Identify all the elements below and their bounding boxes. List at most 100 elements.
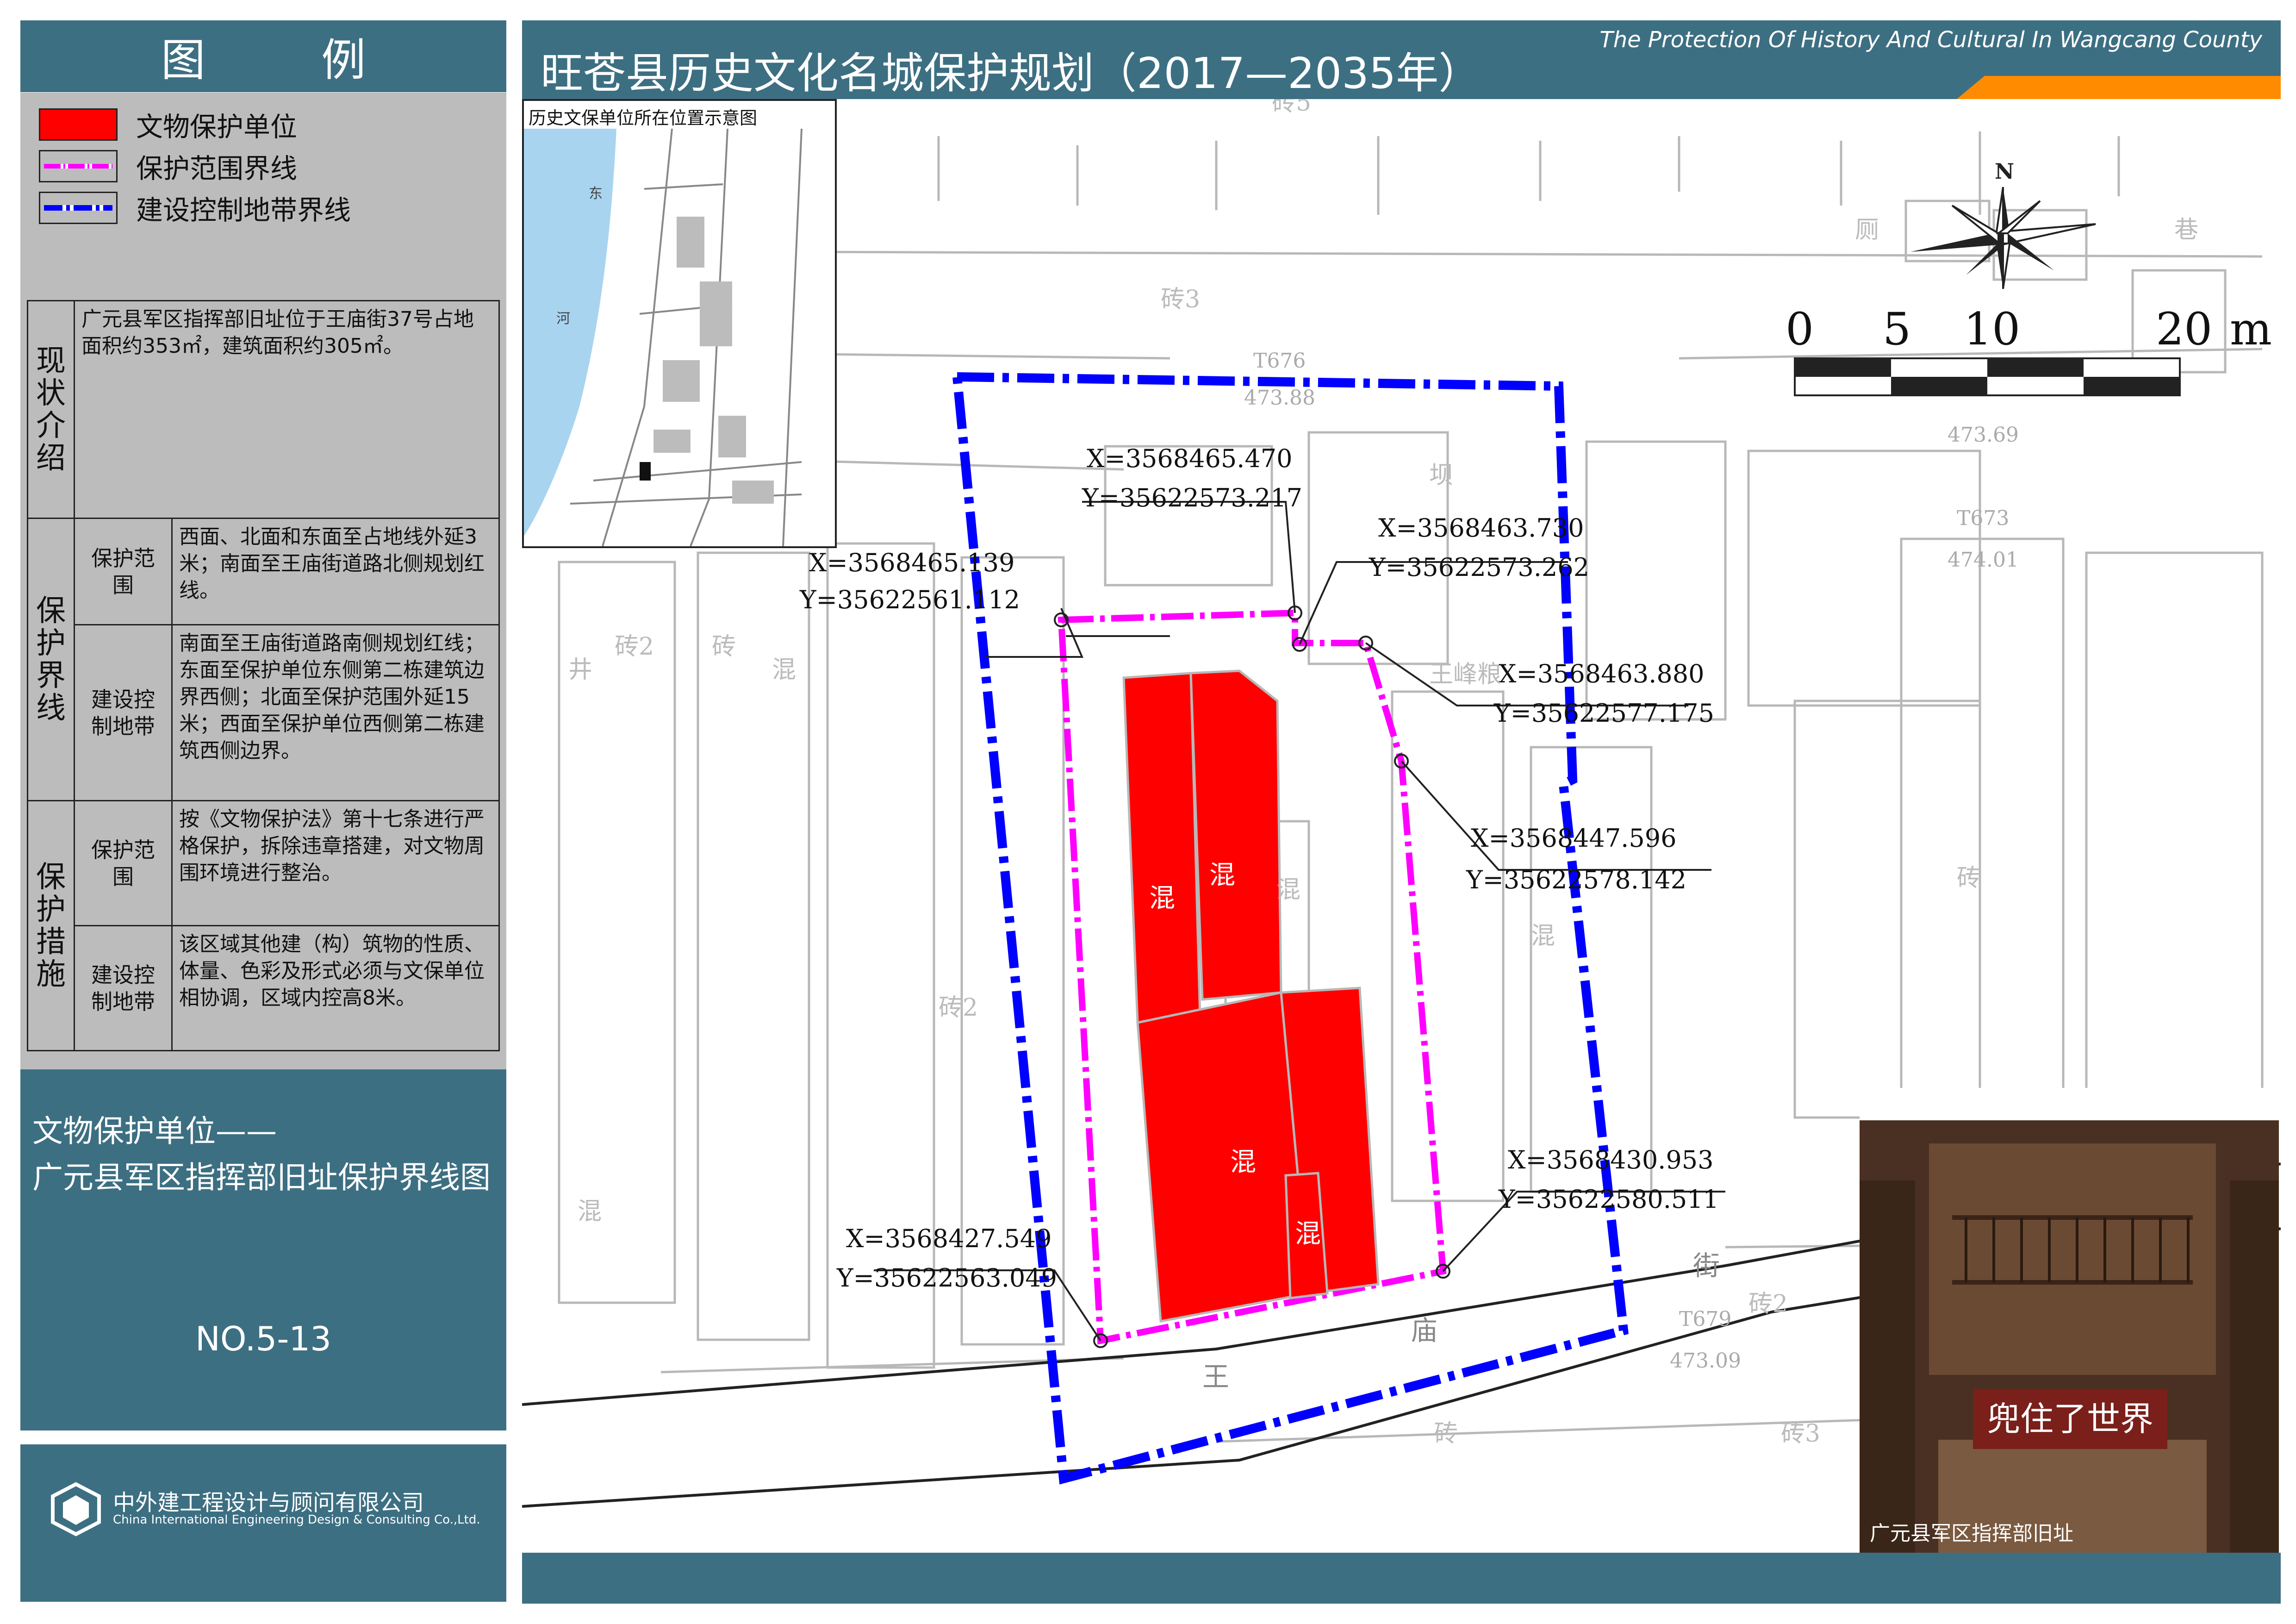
status-header: 现状介绍 [27,300,75,519]
main-title: 旺苍县历史文化名城保护规划（2017—2035年） [541,49,1481,98]
heritage-swatch [39,108,118,141]
building-material-label: 混 [1531,922,1555,950]
unit-line1: 文物保护单位—— [32,1113,277,1149]
scale-tick-label: 5 [1883,303,1911,355]
building-material-label: 砖2 [939,994,978,1022]
coord-x: X=3568430.953 [1508,1145,1713,1174]
company-name-cn: 中外建工程设计与顾问有限公司 [113,1490,424,1516]
coord-y: Y=35622561.112 [799,585,1020,614]
boundary-control-text: 南面至王庙街道路南侧规划红线；东面至保护单位东侧第二栋建筑边界西侧；北面至保护范… [171,624,500,801]
boundary-protect-text: 西面、北面和东面至占地线外延3米；南面至王庙街道路北侧规划红线。 [171,518,500,625]
building-material-label: 砖5 [1272,99,1311,117]
legend-item-protect-line: 保护范围界线 [39,145,297,187]
title-bar: 旺苍县历史文化名城保护规划（2017—2035年） The Protection… [522,20,2281,99]
coord-x: X=3568447.596 [1471,824,1676,853]
boundary-control-label: 建设控制地带 [74,624,173,801]
coord-y: Y=35622563.049 [836,1263,1057,1293]
measures-protect-text: 按《文物保护法》第十七条进行严格保护，拆除违章搭建，对文物周围环境进行整治。 [171,800,500,926]
street-label: 街 [1693,1250,1720,1281]
info-table: 现状介绍 广元县军区指挥部旧址位于王庙街37号占地面积约353㎡，建筑面积约30… [27,300,500,1051]
building-material-label: 砖2 [615,633,654,661]
elevation-label: 474.01 [1948,548,2019,572]
boundary-protect-label: 保护范围 [74,518,173,625]
legend-item-control-line: 建设控制地带界线 [39,187,351,229]
survey-point-label: T673 [1957,506,2009,530]
elevation-label: 473.88 [1244,386,1315,410]
heritage-material-label: 混 [1230,1147,1256,1177]
coord-y: Y=35622580.511 [1498,1185,1719,1214]
scale-tick-label: 0 [1786,303,1814,355]
building-material-label: 王峰粮 [1429,661,1501,688]
coord-x: X=3568463.730 [1378,513,1584,543]
building-material-label: 混 [578,1198,602,1225]
site-photo: 兜住了世界 广元县军区指挥部旧址 [1860,1088,2279,1553]
street-label: 庙 [1411,1315,1437,1346]
scale-unit-label: m [2230,303,2272,355]
elevation-label: 473.69 [1948,423,2019,447]
legend-title: 图 例 [20,20,506,92]
heritage-material-label: 混 [1295,1219,1321,1249]
scale-bar: 0 5 10 20 m [1786,303,2272,396]
coord-x: X=3568465.139 [809,548,1014,577]
control-line-swatch [39,192,118,224]
status-text: 广元县军区指挥部旧址位于王庙街37号占地面积约353㎡，建筑面积约305㎡。 [74,300,500,519]
coord-x: X=3568465.470 [1087,444,1292,473]
scale-tick-label: 20 [2156,303,2212,355]
heritage-material-label: 混 [1209,860,1235,890]
legend-label: 建设控制地带界线 [136,194,351,226]
coord-y: Y=35622578.142 [1466,865,1686,894]
drawing-number: NO.5-13 [195,1319,331,1358]
photo-building-image [1860,1088,2279,1553]
inset-map: 东 河 [524,129,803,546]
company-logo-icon [51,1482,101,1537]
location-inset: 历史文保单位所在位置示意图 东 河 [522,99,837,548]
building-material-label: 砖 [712,633,736,661]
coord-x: X=3568427.549 [846,1224,1052,1253]
survey-point-label: T676 [1253,349,1306,373]
protect-line-swatch [39,150,118,182]
company-name-en: China International Engineering Design &… [113,1513,480,1527]
drawing-number-box: NO.5-13 [20,1245,506,1430]
site-marker [640,462,651,481]
measures-header: 保护措施 [27,800,75,1051]
building-material-label: 混 [1276,876,1300,904]
measures-control-label: 建设控制地带 [74,925,173,1051]
unit-title-box: 文物保护单位—— 广元县军区指挥部旧址保护界线图 [20,1069,506,1245]
photo-signboard: 兜住了世界 [1973,1389,2167,1449]
unit-line2: 广元县军区指挥部旧址保护界线图 [32,1160,491,1195]
heritage-material-label: 混 [1149,883,1175,913]
legend-label: 文物保护单位 [136,111,298,143]
coord-y: Y=35622573.217 [1082,483,1302,512]
street-label: 王 [1202,1361,1229,1393]
company-box: 中外建工程设计与顾问有限公司 China International Engin… [20,1444,506,1602]
building-material-label: 巷 [2174,216,2198,244]
coord-y: Y=35622573.262 [1369,553,1589,582]
building-material-label: 砖3 [1781,1420,1820,1448]
building-material-label: 砖 [1957,864,1981,892]
legend: 文物保护单位 保护范围界线 建设控制地带界线 [20,93,506,287]
legend-label: 保护范围界线 [136,153,298,184]
boundary-header: 保护界线 [27,518,75,801]
english-title: The Protection Of History And Cultural I… [1599,27,2262,53]
heritage-buildings [1122,669,1380,1323]
building-material-label: 井 [568,656,592,684]
elevation-label: 473.09 [1670,1349,1741,1373]
north-arrow-icon: N [1910,159,2096,289]
inset-river-label: 东 [589,186,603,202]
building-material-label: 坝 [1429,462,1453,489]
survey-point-label: T679 [1679,1307,1731,1331]
building-material-label: 砖 [1434,1420,1458,1448]
scale-tick-label: 10 [1964,303,2020,355]
north-label: N [1995,159,2014,184]
coord-y: Y=35622577.175 [1493,699,1714,728]
inset-title: 历史文保单位所在位置示意图 [529,108,758,128]
map-area: X=3568465.470 Y=35622573.217 X=3568465.1… [522,89,2281,1553]
building-material-label: 砖3 [1161,286,1200,313]
measures-control-text: 该区域其他建（构）筑物的性质、体量、色彩及形式必须与文保单位相协调，区域内控高8… [171,925,500,1051]
bottom-bar [522,1553,2281,1604]
building-material-label: 混 [772,656,796,684]
building-material-label: 砖2 [1748,1290,1788,1318]
legend-item-heritage: 文物保护单位 [39,104,297,145]
measures-protect-label: 保护范围 [74,800,173,926]
coord-x: X=3568463.880 [1499,659,1704,688]
